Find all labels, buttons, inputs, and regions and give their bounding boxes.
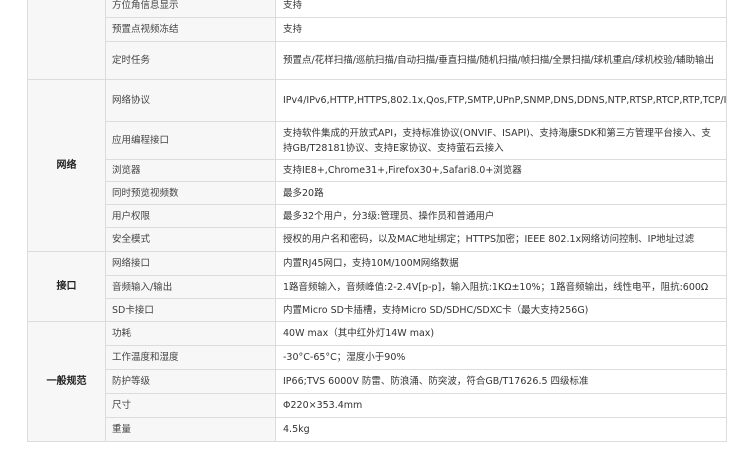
param-value: 最多32个用户，分3级:管理员、操作员和普通用户 (275, 204, 727, 228)
table-row: 定时任务 预置点/花样扫描/巡航扫描/自动扫描/垂直扫描/随机扫描/帧扫描/全景… (28, 41, 727, 80)
param-name: 定时任务 (105, 41, 276, 80)
spec-table: 方位角信息显示 支持 预置点视频冻结 支持 定时任务 预置点/花样扫描/巡航扫描… (27, 0, 727, 442)
param-value: 预置点/花样扫描/巡航扫描/自动扫描/垂直扫描/随机扫描/帧扫描/全景扫描/球机… (275, 41, 727, 80)
param-name: 方位角信息显示 (105, 0, 276, 18)
table-row: 一般规范 功耗 40W max（其中红外灯14W max) (27, 321, 727, 442)
param-name: 浏览器 (105, 159, 276, 182)
param-value: IP66;TVS 6000V 防雷、防浪涌、防突波，符合GB/T17626.5 … (275, 369, 727, 394)
category-cell: 网络 (27, 79, 106, 252)
param-value: 支持软件集成的开放式API，支持标准协议(ONVIF、ISAPI)、支持海康SD… (275, 121, 727, 160)
category-cell: 接口 (27, 251, 106, 322)
table-row: 预置点视频冻结 支持 (28, 17, 727, 42)
param-name: 同时预览视频数 (105, 181, 276, 205)
param-name: 尺寸 (105, 393, 276, 418)
param-value: 内置RJ45网口，支持10M/100M网络数据 (275, 251, 727, 276)
param-value: 支持 (275, 17, 727, 42)
section-0: 方位角信息显示 支持 预置点视频冻结 支持 定时任务 预置点/花样扫描/巡航扫描… (27, 0, 727, 80)
table-row: 尺寸 Φ220×353.4mm (28, 393, 727, 418)
table-row: 工作温度和湿度 -30°C-65°C；湿度小于90% (28, 345, 727, 370)
table-row: SD卡接口 内置Micro SD卡插槽，支持Micro SD/SDHC/SDXC… (28, 298, 727, 322)
param-name: 应用编程接口 (105, 121, 276, 160)
param-name: 音频输入/输出 (105, 275, 276, 299)
table-row: 安全模式 授权的用户名和密码，以及MAC地址绑定；HTTPS加密；IEEE 80… (28, 227, 727, 252)
table-row: 网络 网络协议 IPv4/IPv6,HTTP,HTTPS,802.1x,Qos,… (27, 79, 727, 252)
section-network: 网络 网络协议 IPv4/IPv6,HTTP,HTTPS,802.1x,Qos,… (27, 79, 727, 252)
param-name: 预置点视频冻结 (105, 17, 276, 42)
table-row: 方位角信息显示 支持 (27, 0, 727, 80)
table-row: 接口 网络接口 内置RJ45网口，支持10M/100M网络数据 (27, 251, 727, 322)
section-interface: 接口 网络接口 内置RJ45网口，支持10M/100M网络数据 音频输入/输出 … (27, 251, 727, 322)
param-value: Φ220×353.4mm (275, 393, 727, 418)
param-value: 1路音频输入，音频峰值:2-2.4V[p-p]，输入阻抗:1KΩ±10%；1路音… (275, 275, 727, 299)
param-value: 40W max（其中红外灯14W max) (275, 321, 727, 346)
category-cell (27, 0, 106, 80)
param-name: 网络协议 (105, 79, 276, 122)
param-value: 最多20路 (275, 181, 727, 205)
param-name: 工作温度和湿度 (105, 345, 276, 370)
section-general: 一般规范 功耗 40W max（其中红外灯14W max) 工作温度和湿度 -3… (27, 321, 727, 442)
param-value: IPv4/IPv6,HTTP,HTTPS,802.1x,Qos,FTP,SMTP… (275, 79, 727, 122)
param-value: 内置Micro SD卡插槽，支持Micro SD/SDHC/SDXC卡（最大支持… (275, 298, 727, 322)
param-name: 网络接口 (105, 251, 276, 276)
param-name: 功耗 (105, 321, 276, 346)
table-row: 防护等级 IP66;TVS 6000V 防雷、防浪涌、防突波，符合GB/T176… (28, 369, 727, 394)
param-value: 支持 (275, 0, 727, 18)
param-name: 安全模式 (105, 227, 276, 252)
table-row: 重量 4.5kg (28, 417, 727, 442)
param-value: 4.5kg (275, 417, 727, 442)
param-name: SD卡接口 (105, 298, 276, 322)
param-value: 支持IE8+,Chrome31+,Firefox30+,Safari8.0+浏览… (275, 159, 727, 182)
table-row: 用户权限 最多32个用户，分3级:管理员、操作员和普通用户 (28, 204, 727, 228)
param-name: 防护等级 (105, 369, 276, 394)
table-row: 同时预览视频数 最多20路 (28, 181, 727, 205)
param-value: 授权的用户名和密码，以及MAC地址绑定；HTTPS加密；IEEE 802.1x网… (275, 227, 727, 252)
category-cell: 一般规范 (27, 321, 106, 442)
param-name: 重量 (105, 417, 276, 442)
table-row: 应用编程接口 支持软件集成的开放式API，支持标准协议(ONVIF、ISAPI)… (28, 121, 727, 160)
table-row: 音频输入/输出 1路音频输入，音频峰值:2-2.4V[p-p]，输入阻抗:1KΩ… (28, 275, 727, 299)
param-name: 用户权限 (105, 204, 276, 228)
table-row: 浏览器 支持IE8+,Chrome31+,Firefox30+,Safari8.… (28, 159, 727, 182)
param-value: -30°C-65°C；湿度小于90% (275, 345, 727, 370)
